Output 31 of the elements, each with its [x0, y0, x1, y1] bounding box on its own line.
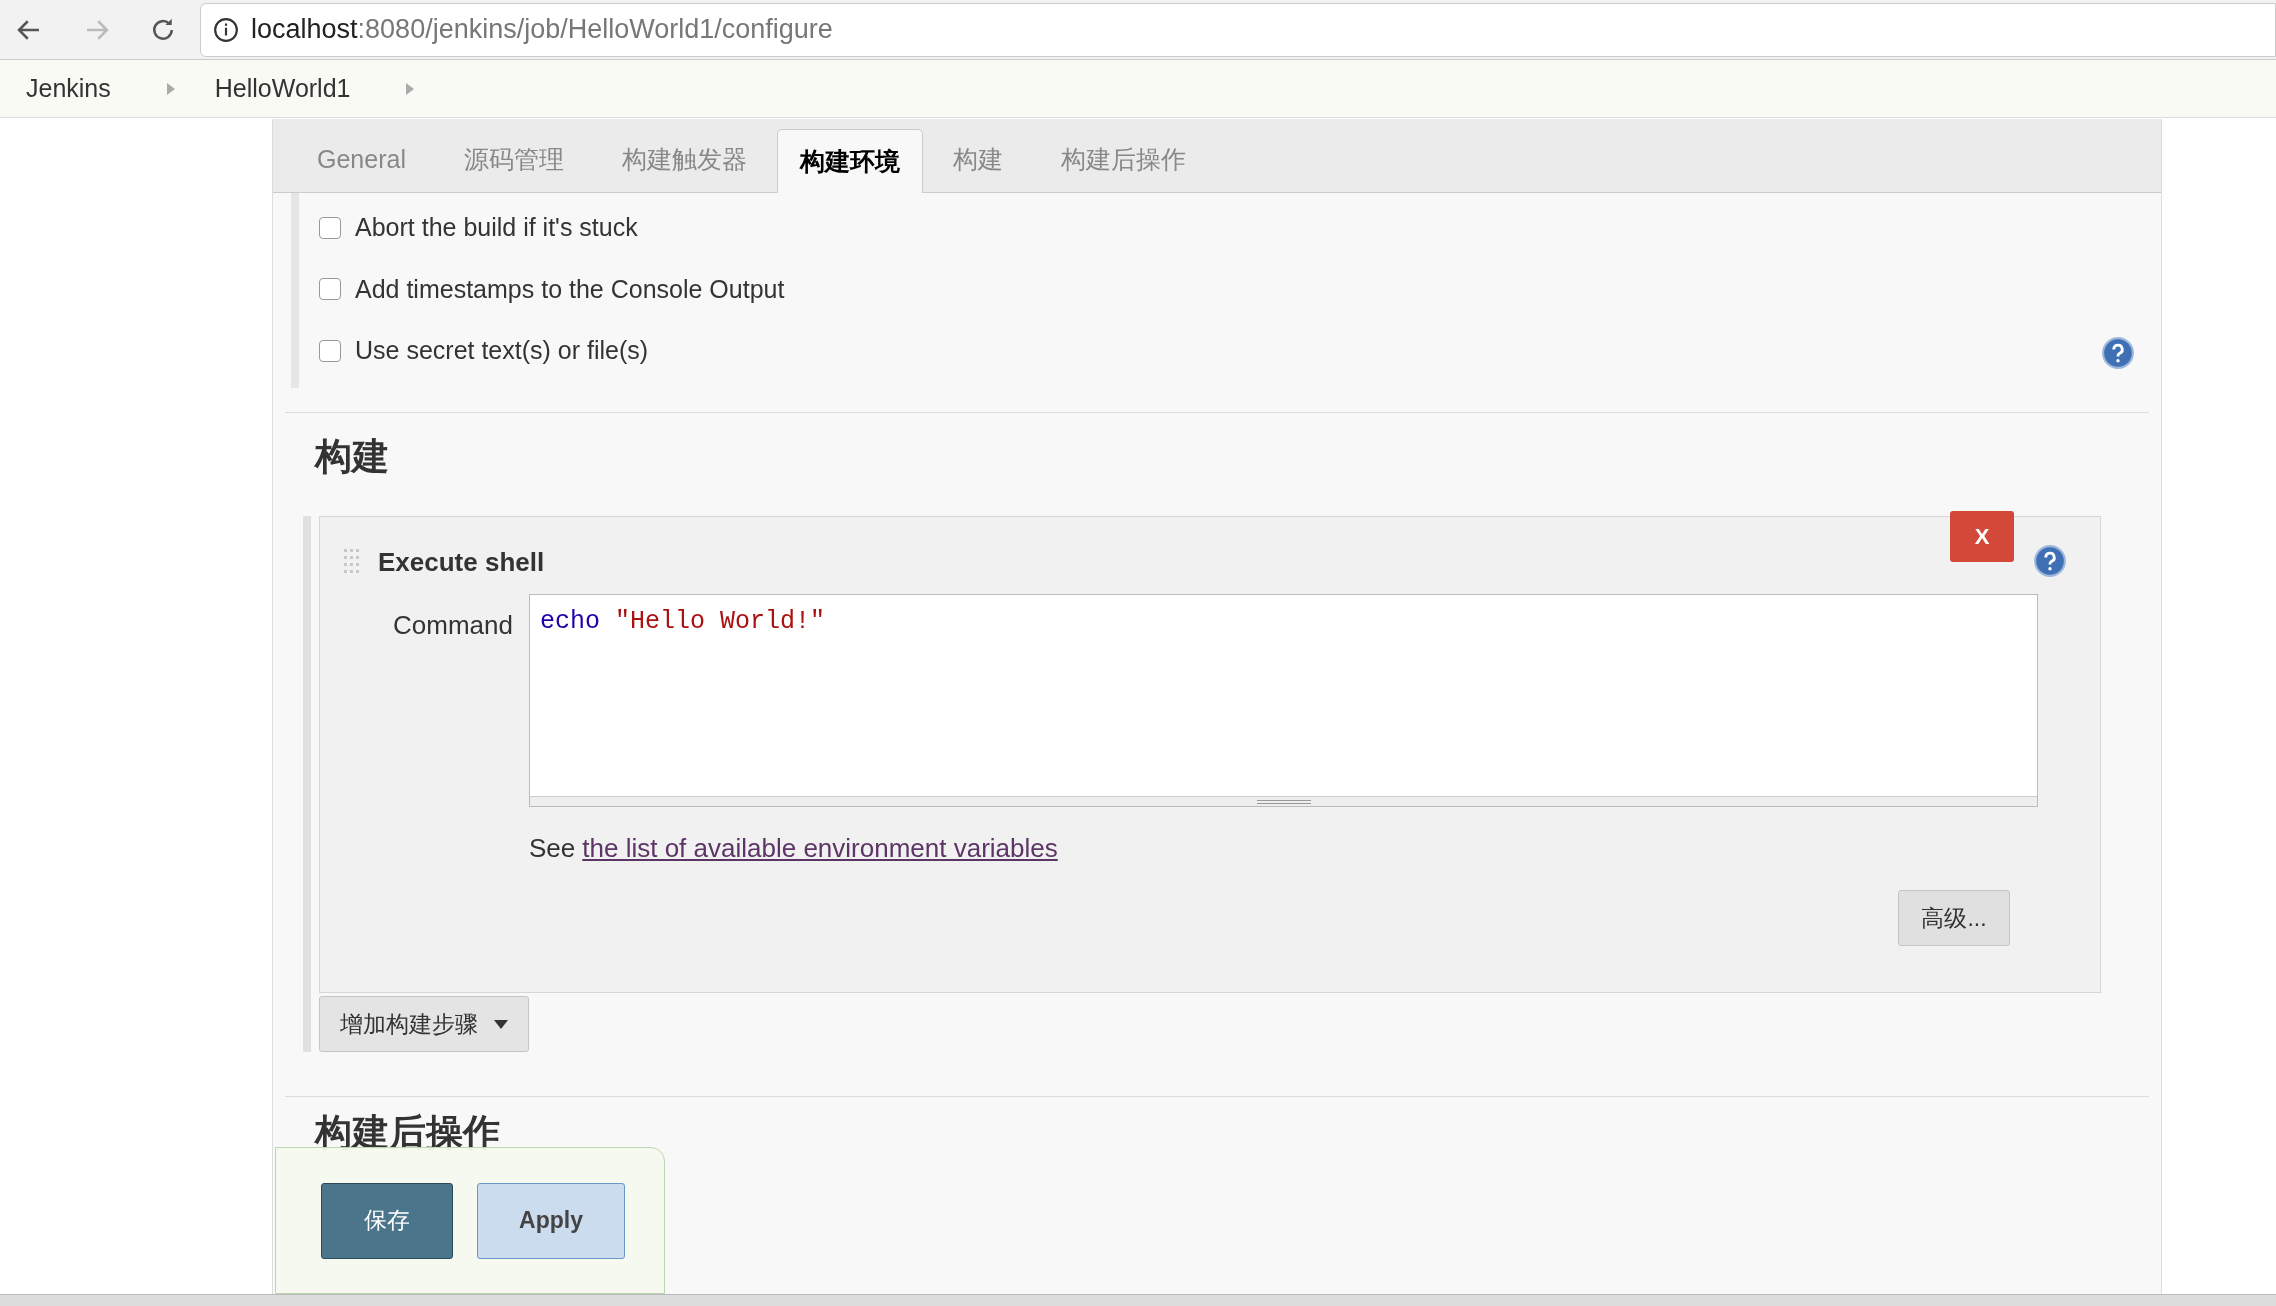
breadcrumb-link[interactable]: Jenkins — [26, 69, 111, 108]
hint-text: See — [529, 832, 576, 865]
section-heading: 构建 — [315, 434, 390, 479]
checkbox-label: Abort the build if it's stuck — [355, 212, 638, 243]
checkbox[interactable] — [319, 278, 341, 301]
caret-icon — [494, 1019, 508, 1029]
advanced-button[interactable]: 高级... — [1898, 890, 2010, 946]
help-icon[interactable] — [2033, 544, 2067, 578]
caret-icon[interactable] — [166, 82, 175, 95]
env-variables-link[interactable]: the list of available environment variables — [582, 829, 1058, 868]
command-field[interactable]: echo "Hello World!" — [529, 594, 2038, 807]
tab[interactable]: 构建环境 — [776, 129, 923, 193]
field-label: Command — [392, 609, 514, 642]
url-text: localhost:8080/jenkins/job/HelloWorld1/configure — [251, 13, 833, 47]
help-icon[interactable] — [2101, 335, 2135, 370]
section-heading: 构建后操作 — [315, 1111, 501, 1155]
delete-button[interactable]: X — [1950, 511, 2014, 562]
apply-button[interactable]: Apply — [477, 1182, 625, 1259]
checkbox-label: Use secret text(s) or file(s) — [355, 335, 649, 366]
checkbox[interactable] — [319, 339, 341, 362]
save-button[interactable]: 保存 — [321, 1182, 453, 1259]
add-build-step-button[interactable]: 增加构建步骤 — [319, 996, 529, 1052]
info-icon — [213, 16, 239, 43]
resize-handle[interactable] — [530, 796, 2037, 806]
address-bar[interactable]: localhost:8080/jenkins/job/HelloWorld1/configure — [200, 2, 2276, 57]
checkbox-label: Add timestamps to the Console Output — [355, 273, 785, 305]
code-text: echo "Hello World!" — [540, 606, 826, 638]
caret-icon[interactable] — [406, 82, 415, 95]
breadcrumb-link[interactable]: HelloWorld1 — [214, 69, 351, 108]
checkbox[interactable] — [319, 216, 341, 239]
step-title: Execute shell — [378, 546, 545, 579]
